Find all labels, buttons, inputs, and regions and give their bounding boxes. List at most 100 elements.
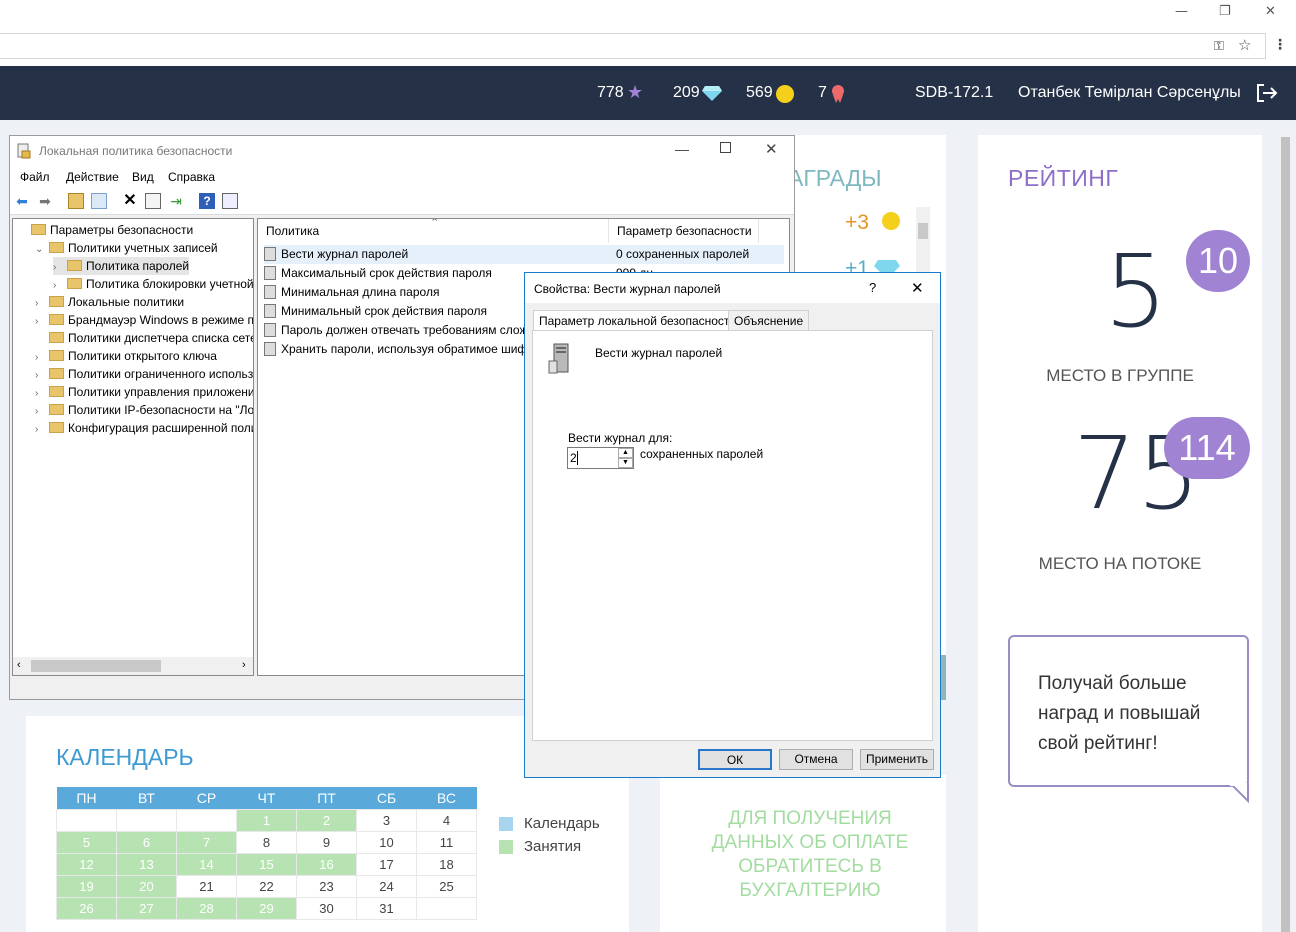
folder-icon <box>67 278 82 289</box>
page-scroll-thumb[interactable] <box>1281 137 1290 932</box>
calendar-day-class[interactable]: 26 <box>56 896 117 920</box>
more-menu-icon[interactable]: ⋮ <box>1273 36 1287 53</box>
calendar-day[interactable] <box>116 808 177 832</box>
calendar-day-class[interactable]: 12 <box>56 852 117 876</box>
calendar-day-class[interactable]: 19 <box>56 874 117 898</box>
calendar-day[interactable]: 23 <box>296 874 357 898</box>
bookmark-star-icon[interactable]: ☆ <box>1238 36 1251 54</box>
calendar-day[interactable]: 18 <box>416 852 477 876</box>
tree-node[interactable]: › Брандмауэр Windows в режиме пов <box>35 311 253 329</box>
calendar-day-class[interactable]: 28 <box>176 896 237 920</box>
tab-explanation[interactable]: Объяснение <box>728 310 810 331</box>
window-maximize-button[interactable] <box>720 142 731 153</box>
tree-scroll-thumb[interactable] <box>31 660 161 672</box>
policy-row[interactable]: Вести журнал паролей 0 сохраненных пароле… <box>264 245 784 264</box>
calendar-day[interactable]: 30 <box>296 896 357 920</box>
dialog-close-button[interactable]: ✕ <box>911 279 924 297</box>
calendar-day[interactable] <box>56 808 117 832</box>
tree-node[interactable]: ⌄ Политики учетных записей <box>35 239 218 257</box>
folder-icon <box>49 386 64 397</box>
folder-icon <box>49 332 64 343</box>
up-folder-icon[interactable] <box>68 193 84 209</box>
calendar-day[interactable]: 31 <box>356 896 417 920</box>
restore-button[interactable]: ❐ <box>1219 4 1231 19</box>
calendar-day-class[interactable]: 27 <box>116 896 177 920</box>
spin-down-button[interactable]: ▼ <box>618 458 633 468</box>
tree-node[interactable]: › Локальные политики <box>35 293 184 311</box>
calendar-day[interactable]: 22 <box>236 874 297 898</box>
calendar-day-class[interactable]: 16 <box>296 852 357 876</box>
tree-node[interactable]: › Политика блокировки учетной з <box>53 275 253 293</box>
calendar-day[interactable]: 8 <box>236 830 297 854</box>
forward-icon[interactable]: ➡ <box>37 193 53 209</box>
export-icon[interactable]: ⇥ <box>168 193 184 209</box>
calendar-day-class[interactable]: 14 <box>176 852 237 876</box>
tree-node[interactable]: › Политики управления приложения <box>35 383 253 401</box>
ok-button[interactable]: ОК <box>698 749 772 770</box>
apply-button[interactable]: Применить <box>860 749 934 770</box>
calendar-day-class[interactable]: 13 <box>116 852 177 876</box>
calendar-day-class[interactable]: 15 <box>236 852 297 876</box>
user-name[interactable]: Отанбек Темірлан Сәрсенұлы <box>1018 84 1241 102</box>
calendar-day[interactable]: 4 <box>416 808 477 832</box>
calendar-day-class[interactable]: 2 <box>296 808 357 832</box>
calendar-day-class[interactable]: 5 <box>56 830 117 854</box>
menu-view[interactable]: Вид <box>132 170 154 184</box>
menu-file[interactable]: Файл <box>20 170 50 184</box>
calendar-day[interactable]: 9 <box>296 830 357 854</box>
tree-expander-icon[interactable]: ⌄ <box>35 241 49 259</box>
tree-node[interactable]: › Политика паролей <box>53 257 190 275</box>
calendar-day-class[interactable]: 7 <box>176 830 237 854</box>
calendar-day[interactable]: 10 <box>356 830 417 854</box>
delete-icon[interactable]: ✕ <box>122 193 138 209</box>
calendar-day[interactable]: 11 <box>416 830 477 854</box>
tree-node[interactable]: › Политики ограниченного использо <box>35 365 253 383</box>
window-titlebar[interactable]: Локальная политика безопасности — ✕ <box>10 136 794 166</box>
tree-node[interactable]: › Политики открытого ключа <box>35 347 217 365</box>
calendar-day[interactable]: 17 <box>356 852 417 876</box>
panel-icon[interactable] <box>222 193 238 209</box>
tab-local-setting[interactable]: Параметр локальной безопасности <box>533 310 743 332</box>
help-icon[interactable]: ? <box>199 193 215 209</box>
calendar-day-class[interactable]: 20 <box>116 874 177 898</box>
calendar-day[interactable]: 25 <box>416 874 477 898</box>
column-header-value[interactable]: Параметр безопасности <box>609 219 759 243</box>
scroll-right-icon[interactable]: › <box>242 659 246 671</box>
dialog-titlebar[interactable]: Свойства: Вести журнал паролей ? ✕ <box>525 273 940 303</box>
tree-node[interactable]: › Политики IP-безопасности на "Лока <box>35 401 253 419</box>
menu-action[interactable]: Действие <box>66 170 119 184</box>
calendar-day[interactable]: 3 <box>356 808 417 832</box>
history-count-spinner[interactable]: 2 ▲ ▼ <box>567 447 634 469</box>
calendar-week-row: 26 27 28 29 30 31 <box>56 896 477 920</box>
properties-icon[interactable] <box>145 193 161 209</box>
calendar-day[interactable]: 21 <box>176 874 237 898</box>
dialog-help-button[interactable]: ? <box>869 280 876 295</box>
tree-node[interactable]: Параметры безопасности <box>17 221 193 239</box>
calendar-day-class[interactable]: 6 <box>116 830 177 854</box>
close-button[interactable]: ✕ <box>1265 4 1276 19</box>
tree-horizontal-scrollbar[interactable]: ‹ › <box>13 657 253 675</box>
awards-scroll-thumb[interactable] <box>918 223 928 239</box>
show-tree-icon[interactable] <box>91 193 107 209</box>
tree-node[interactable]: › Конфигурация расширенной полит <box>35 419 253 439</box>
back-icon[interactable]: ⬅ <box>14 193 30 209</box>
logout-icon[interactable] <box>1256 83 1278 103</box>
calendar-day-class[interactable]: 29 <box>236 896 297 920</box>
calendar-day[interactable]: 24 <box>356 874 417 898</box>
minimize-button[interactable]: — <box>1175 4 1188 19</box>
spin-up-button[interactable]: ▲ <box>618 448 633 458</box>
calendar-day[interactable] <box>176 808 237 832</box>
calendar-day[interactable] <box>416 896 477 920</box>
tree-expander-icon[interactable]: › <box>35 421 49 439</box>
policy-app-icon <box>17 143 31 159</box>
window-close-button[interactable]: ✕ <box>765 140 778 158</box>
address-bar[interactable] <box>0 33 1266 59</box>
scroll-left-icon[interactable]: ‹ <box>17 659 21 671</box>
cancel-button[interactable]: Отмена <box>779 749 853 770</box>
calendar-day-class[interactable]: 1 <box>236 808 297 832</box>
menu-help[interactable]: Справка <box>168 170 215 184</box>
key-icon[interactable]: ⚿ <box>1214 38 1224 54</box>
window-minimize-button[interactable]: — <box>675 141 689 157</box>
policy-name: Вести журнал паролей <box>281 247 409 261</box>
tree-node[interactable]: Политики диспетчера списка сетей <box>35 329 253 347</box>
